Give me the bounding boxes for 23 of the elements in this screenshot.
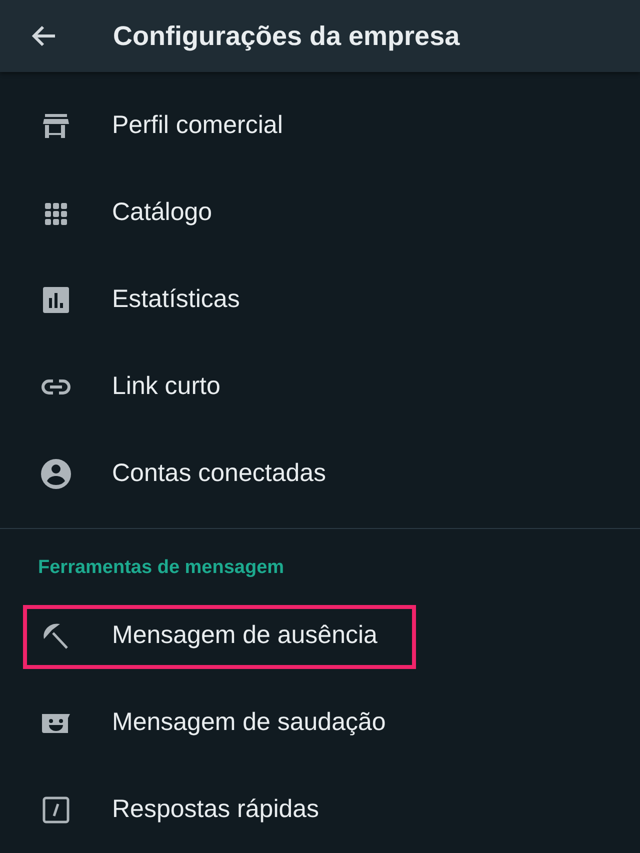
menu-item[interactable]: Respostas rápidas xyxy=(0,766,640,853)
menu-item-label: Perfil comercial xyxy=(112,111,283,140)
menu-item[interactable]: Link curto xyxy=(0,343,640,430)
menu-item-label: Mensagem de ausência xyxy=(112,621,378,650)
menu-item[interactable]: Catálogo xyxy=(0,169,640,256)
menu-item[interactable]: Perfil comercial xyxy=(0,82,640,169)
menu-item-label: Contas conectadas xyxy=(112,459,326,488)
screen-title: Configurações da empresa xyxy=(113,20,460,52)
umbrella-icon xyxy=(40,620,70,650)
menu-item-label: Respostas rápidas xyxy=(112,795,320,824)
section-title: Ferramentas de mensagem xyxy=(37,556,286,580)
menu-item-label: Catálogo xyxy=(112,198,212,227)
menu-item[interactable]: Estatísticas xyxy=(0,256,640,343)
menu-item[interactable]: Contas conectadas xyxy=(0,430,640,517)
store-icon xyxy=(42,112,70,140)
menu-item-label: Link curto xyxy=(112,372,220,401)
menu-item-label: Estatísticas xyxy=(112,285,240,314)
menu-item-label: Mensagem de saudação xyxy=(112,708,386,737)
chart-icon xyxy=(42,286,70,314)
quick-reply-icon xyxy=(42,796,70,824)
menu-item[interactable]: Mensagem de saudação xyxy=(0,679,640,766)
account-icon xyxy=(40,458,72,490)
menu-item[interactable]: Mensagem de ausência xyxy=(0,592,640,679)
